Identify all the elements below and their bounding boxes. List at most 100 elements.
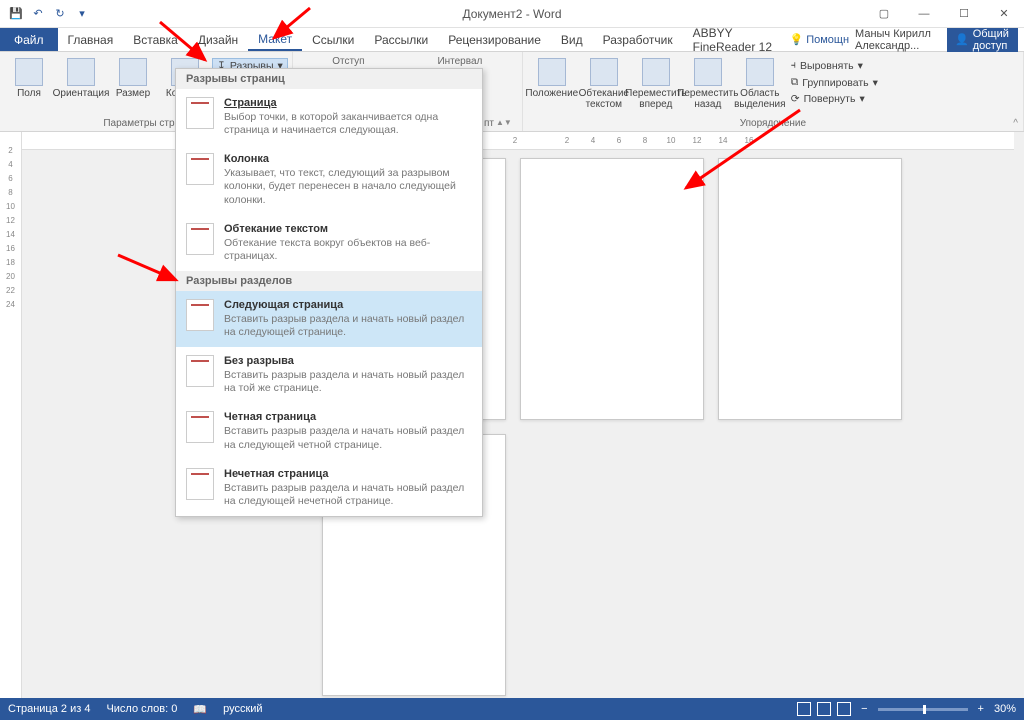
redo-icon[interactable]: ↻ xyxy=(52,6,68,22)
zoom-in-icon[interactable]: + xyxy=(978,703,984,715)
tab-layout[interactable]: Макет xyxy=(248,28,302,51)
tab-abbyy[interactable]: ABBYY FineReader 12 xyxy=(683,28,790,51)
tell-me-label: Помощн xyxy=(806,34,849,46)
pages-area[interactable] xyxy=(22,150,1024,698)
ruler-vertical[interactable]: 24681012141618202224 xyxy=(0,132,22,698)
section-breaks-header: Разрывы разделов xyxy=(176,271,482,291)
group-obj-label: Группировать xyxy=(802,77,868,89)
status-bar: Страница 2 из 4 Число слов: 0 📖 русский … xyxy=(0,698,1024,720)
size-label: Размер xyxy=(116,88,150,99)
section-next-desc: Вставить разрыв раздела и начать новый р… xyxy=(224,313,472,339)
margins-button[interactable]: Поля xyxy=(4,54,54,116)
view-switcher xyxy=(797,702,851,716)
page-2[interactable] xyxy=(520,158,704,420)
tab-design[interactable]: Дизайн xyxy=(188,28,248,51)
close-icon[interactable]: ✕ xyxy=(984,0,1024,28)
status-language[interactable]: русский xyxy=(223,703,262,715)
selection-pane-button[interactable]: Область выделения xyxy=(735,54,785,116)
group-button[interactable]: ⧉ Группировать ▾ xyxy=(787,75,882,90)
section-even-page[interactable]: Четная страницаВставить разрыв раздела и… xyxy=(176,403,482,459)
tab-mailings[interactable]: Рассылки xyxy=(364,28,438,51)
break-wrap-title: Обтекание текстом xyxy=(224,223,328,235)
align-button[interactable]: ⫞ Выровнять ▾ xyxy=(787,58,882,73)
break-page[interactable]: Страница Выбор точки, в которой заканчива… xyxy=(176,89,482,145)
spinner-icon[interactable]: ▲▼ xyxy=(496,118,512,129)
break-page-title: Страница xyxy=(224,97,277,109)
read-mode-icon[interactable] xyxy=(797,702,811,716)
send-backward-button[interactable]: Переместить назад xyxy=(683,54,733,116)
section-cont-desc: Вставить разрыв раздела и начать новый р… xyxy=(224,369,472,395)
wrap-text-button[interactable]: Обтекание текстом xyxy=(579,54,629,116)
tab-file[interactable]: Файл xyxy=(0,28,58,51)
ruler-horizontal[interactable]: 2246810121416 xyxy=(22,132,1014,150)
proofing-icon[interactable]: 📖 xyxy=(193,703,207,716)
tab-review[interactable]: Рецензирование xyxy=(438,28,551,51)
status-page[interactable]: Страница 2 из 4 xyxy=(8,703,90,715)
maximize-icon[interactable]: ☐ xyxy=(944,0,984,28)
zoom-out-icon[interactable]: − xyxy=(861,703,867,715)
page-breaks-header: Разрывы страниц xyxy=(176,69,482,89)
ribbon-display-icon[interactable]: ▢ xyxy=(864,0,904,28)
wrap-icon xyxy=(590,58,618,86)
tab-insert[interactable]: Вставка xyxy=(123,28,188,51)
size-button[interactable]: Размер xyxy=(108,54,158,116)
page-break-icon xyxy=(186,97,214,129)
undo-icon[interactable]: ↶ xyxy=(30,6,46,22)
tab-home[interactable]: Главная xyxy=(58,28,124,51)
tell-me-button[interactable]: 💡 Помощн xyxy=(790,33,850,46)
collapse-ribbon-icon[interactable]: ^ xyxy=(1013,118,1018,129)
margins-label: Поля xyxy=(17,88,41,99)
selection-pane-label: Область выделения xyxy=(734,88,785,110)
qat-customize-icon[interactable]: ▾ xyxy=(74,6,90,22)
break-column-desc: Указывает, что текст, следующий за разры… xyxy=(224,167,472,206)
odd-page-icon xyxy=(186,468,214,500)
save-icon[interactable]: 💾 xyxy=(8,6,24,22)
spacing-unit: пт xyxy=(484,118,494,129)
break-column-title: Колонка xyxy=(224,153,269,165)
print-layout-icon[interactable] xyxy=(817,702,831,716)
section-odd-page[interactable]: Нечетная страница Вставить разрыв раздела… xyxy=(176,460,482,516)
position-button[interactable]: Положение xyxy=(527,54,577,116)
share-label: Общий доступ xyxy=(973,28,1010,52)
orientation-label: Ориентация xyxy=(53,88,110,99)
forward-icon xyxy=(642,58,670,86)
break-column[interactable]: Колонка Указывает, что текст, следующий з… xyxy=(176,145,482,214)
break-text-wrap[interactable]: Обтекание текстом Обтекание текста вокруг… xyxy=(176,215,482,271)
orientation-button[interactable]: Ориентация xyxy=(56,54,106,116)
align-label: Выровнять xyxy=(800,60,854,72)
section-odd-title: Нечетная страница xyxy=(224,468,329,480)
rotate-button[interactable]: ⟳ Повернуть ▾ xyxy=(787,92,882,106)
zoom-slider[interactable] xyxy=(878,708,968,711)
quick-access-toolbar: 💾 ↶ ↻ ▾ xyxy=(0,6,90,22)
section-continuous[interactable]: Без разрываВставить разрыв раздела и нач… xyxy=(176,347,482,403)
tab-view[interactable]: Вид xyxy=(551,28,593,51)
tab-references[interactable]: Ссылки xyxy=(302,28,364,51)
section-next-page[interactable]: Следующая страница Вставить разрыв раздел… xyxy=(176,291,482,347)
rotate-label: Повернуть xyxy=(804,93,856,105)
next-page-icon xyxy=(186,299,214,331)
backward-label: Переместить назад xyxy=(677,88,738,110)
window-title: Документ2 - Word xyxy=(462,7,561,21)
window-controls: ▢ — ☐ ✕ xyxy=(864,0,1024,28)
section-odd-desc: Вставить разрыв раздела и начать новый р… xyxy=(224,482,472,508)
section-even-desc: Вставить разрыв раздела и начать новый р… xyxy=(224,425,472,451)
text-wrap-icon xyxy=(186,223,214,255)
section-next-title: Следующая страница xyxy=(224,299,343,311)
backward-icon xyxy=(694,58,722,86)
workspace: L 24681012141618202224 2246810121416 xyxy=(0,132,1024,698)
break-page-desc: Выбор точки, в которой заканчивается одн… xyxy=(224,111,472,137)
even-page-icon xyxy=(186,411,214,443)
web-layout-icon[interactable] xyxy=(837,702,851,716)
ribbon: Поля Ориентация Размер Колонки ↧ Разрывы… xyxy=(0,52,1024,132)
group-arrange: Положение Обтекание текстом Переместить … xyxy=(523,52,1024,131)
user-name[interactable]: Маныч Кирилл Александр... xyxy=(855,28,941,52)
zoom-level[interactable]: 30% xyxy=(994,703,1016,715)
status-words[interactable]: Число слов: 0 xyxy=(106,703,177,715)
minimize-icon[interactable]: — xyxy=(904,0,944,28)
bring-forward-button[interactable]: Переместить вперед xyxy=(631,54,681,116)
ribbon-tabs: Файл Главная Вставка Дизайн Макет Ссылки… xyxy=(0,28,1024,52)
tab-developer[interactable]: Разработчик xyxy=(593,28,683,51)
break-wrap-desc: Обтекание текста вокруг объектов на веб-… xyxy=(224,237,472,263)
share-button[interactable]: 👤 Общий доступ xyxy=(947,25,1018,55)
page-3[interactable] xyxy=(718,158,902,420)
